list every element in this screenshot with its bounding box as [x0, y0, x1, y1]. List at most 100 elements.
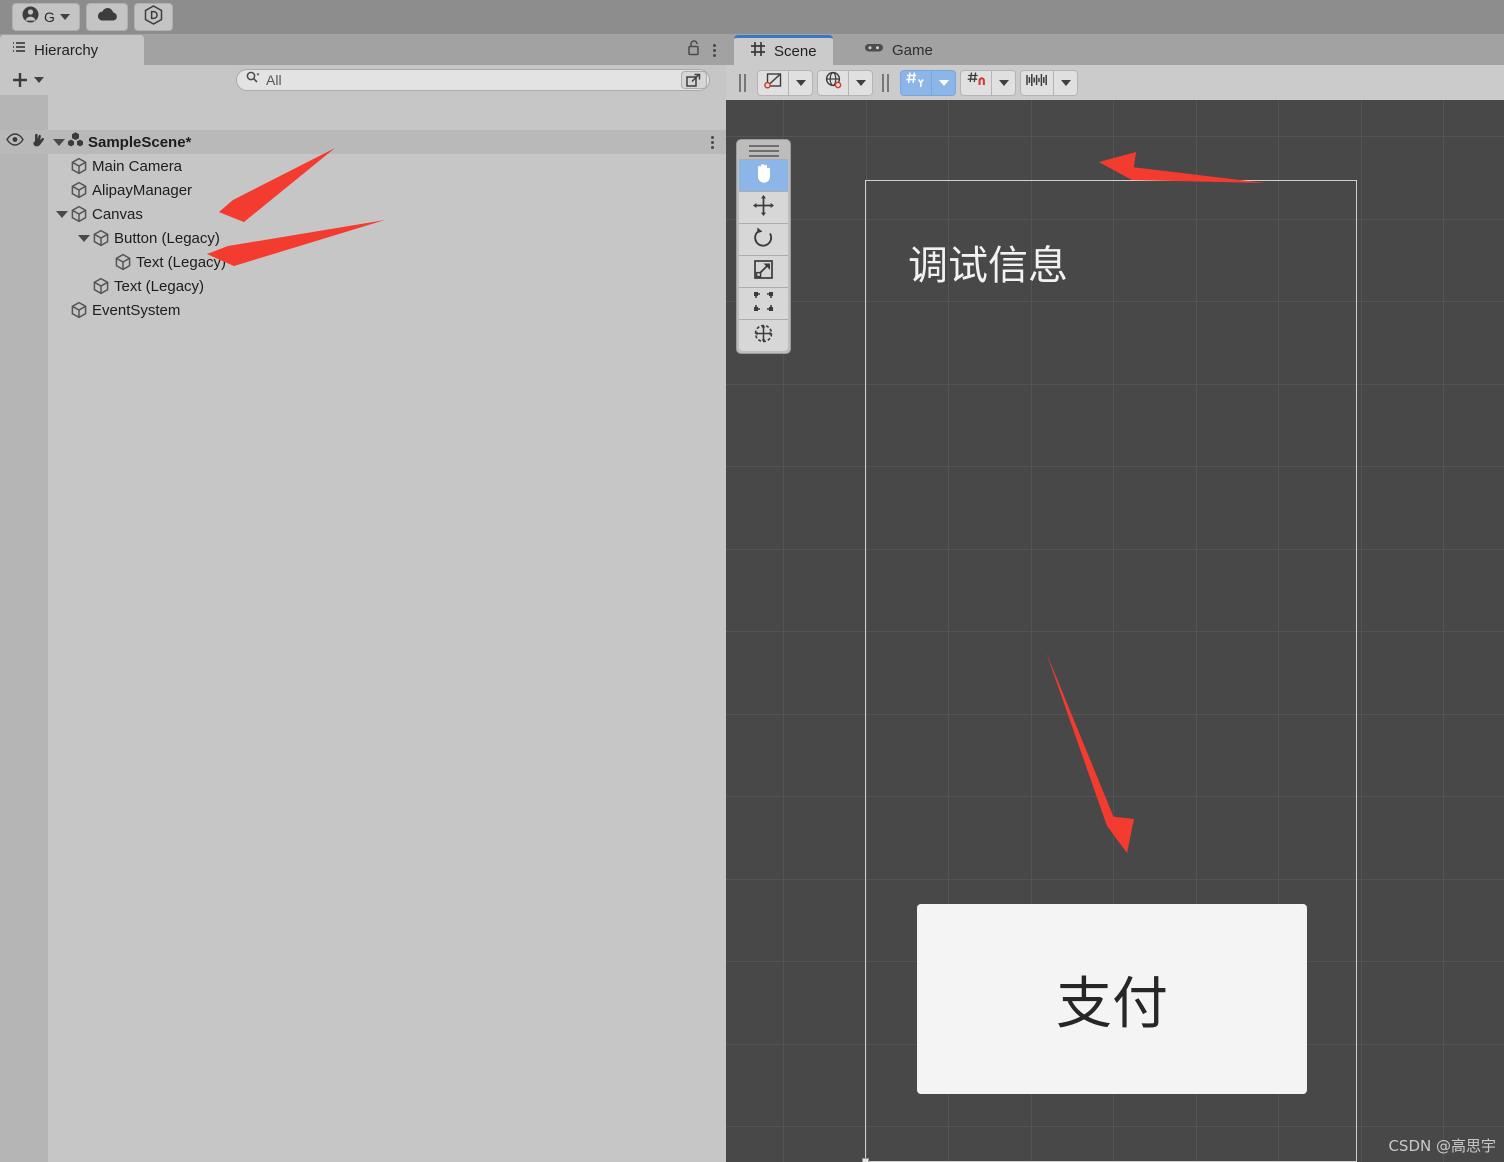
search-expand-icon[interactable]: [681, 71, 707, 89]
tool-palette-grip[interactable]: [748, 145, 779, 157]
pay-button-object[interactable]: 支付: [917, 904, 1307, 1094]
unity-editor-window: G Hierarchy All SampleScene* Main Camera…: [0, 0, 1504, 1162]
draw-mode-button[interactable]: [757, 69, 789, 96]
hierarchy-item-label: Canvas: [92, 205, 143, 223]
combined-transform-icon: [752, 322, 775, 350]
hierarchy-item-label: Main Camera: [92, 157, 183, 175]
grid-line-horizontal: [726, 631, 1504, 632]
unity-hex-d-icon: [144, 4, 163, 30]
hierarchy-item-text-legacy[interactable]: Text (Legacy): [0, 274, 726, 298]
scene-fx-dropdown[interactable]: [849, 69, 873, 96]
rect-transform-icon: [752, 290, 775, 318]
gameobject-cube-icon: [92, 229, 110, 247]
snap-increment-group: [960, 69, 1016, 96]
tab-scene[interactable]: Scene: [734, 35, 833, 65]
chevron-down-icon[interactable]: [56, 210, 68, 218]
move-arrows-icon: [752, 194, 775, 222]
caret-down-icon: [998, 79, 1009, 86]
gameobject-cube-icon: [70, 205, 88, 223]
pay-button-label: 支付: [1056, 971, 1168, 1037]
rotate-icon: [752, 226, 775, 254]
caret-down-icon: [1060, 79, 1071, 86]
canvas-corner-handle[interactable]: [862, 1158, 869, 1162]
scene-tool-palette: [736, 139, 791, 354]
gameobject-cube-icon: [70, 301, 88, 319]
component-tools-dropdown[interactable]: [1054, 69, 1078, 96]
globe-audio-icon: [824, 71, 843, 94]
rotate-tool[interactable]: [739, 223, 788, 255]
kebab-menu-icon[interactable]: [713, 43, 716, 57]
hierarchy-item-label: AlipayManager: [92, 181, 193, 199]
grid-line-horizontal: [726, 136, 1504, 137]
snap-increment-button[interactable]: [960, 69, 992, 96]
grid-magnet-icon: [967, 71, 986, 94]
grid-line-horizontal: [726, 879, 1504, 880]
grid-line-horizontal: [726, 301, 1504, 302]
gameobject-cube-icon: [70, 157, 88, 175]
tab-scene-label: Scene: [774, 43, 817, 60]
grid-axis-dropdown[interactable]: [932, 69, 956, 96]
hierarchy-item-label: EventSystem: [92, 301, 181, 319]
rect-tool[interactable]: [739, 287, 788, 319]
toolbar-grip[interactable]: [739, 73, 748, 92]
toolbar-grip-2[interactable]: [882, 73, 891, 92]
tab-game[interactable]: Game: [848, 35, 949, 65]
scene-grid-icon: [750, 41, 766, 62]
scene-lighting-button[interactable]: [817, 69, 849, 96]
scale-tool[interactable]: [739, 255, 788, 287]
component-tools-button[interactable]: [1020, 69, 1054, 96]
draw-mode-dropdown[interactable]: [789, 69, 813, 96]
move-tool[interactable]: [739, 191, 788, 223]
grid-line-horizontal: [726, 466, 1504, 467]
kebab-menu-icon[interactable]: [711, 135, 714, 149]
cloud-icon: [96, 7, 118, 27]
hierarchy-list-icon: [12, 41, 27, 60]
hierarchy-tab-actions: [687, 39, 716, 61]
hierarchy-scene-row[interactable]: SampleScene*: [0, 130, 726, 154]
hierarchy-item-button-legacy[interactable]: Button (Legacy): [0, 226, 726, 250]
snap-increment-dropdown[interactable]: [992, 69, 1016, 96]
grid-line-horizontal: [726, 1126, 1504, 1127]
hand-pointer-icon[interactable]: [30, 132, 47, 153]
caret-down-icon: [795, 79, 806, 86]
grid-axis-button[interactable]: [900, 69, 932, 96]
hierarchy-tabbar: Hierarchy: [0, 34, 726, 65]
top-toolbar: G: [0, 0, 1504, 34]
hierarchy-item-label: Button (Legacy): [114, 229, 220, 247]
debug-text-object: 调试信息: [908, 243, 1068, 289]
hierarchy-item-alipaymanager[interactable]: AlipayManager: [0, 178, 726, 202]
scene-view[interactable]: 调试信息 支付 CSDN @高思宇: [726, 100, 1504, 1162]
transform-tool[interactable]: [739, 319, 788, 351]
scale-icon: [752, 258, 775, 286]
eye-icon[interactable]: [6, 133, 24, 151]
grid-line-horizontal: [726, 549, 1504, 550]
hierarchy-search-row: All: [0, 65, 726, 95]
hand-tool[interactable]: [739, 159, 788, 191]
grid-axis-group: [900, 69, 956, 96]
account-label: G: [44, 9, 55, 25]
chevron-down-icon[interactable]: [53, 138, 65, 146]
grid-line-horizontal: [726, 384, 1504, 385]
hierarchy-item-eventsystem[interactable]: EventSystem: [0, 298, 726, 322]
search-input[interactable]: All: [236, 69, 710, 91]
hierarchy-item-canvas[interactable]: Canvas: [0, 202, 726, 226]
lock-open-icon[interactable]: [687, 39, 701, 61]
chevron-down-icon[interactable]: [78, 234, 90, 242]
grid-line-horizontal: [726, 714, 1504, 715]
account-button[interactable]: G: [12, 3, 80, 31]
gameobject-cube-icon: [114, 253, 132, 271]
tab-hierarchy[interactable]: Hierarchy: [0, 35, 144, 65]
services-button[interactable]: [133, 3, 173, 31]
grid-y-axis-icon: [906, 71, 926, 94]
hierarchy-item-main-camera[interactable]: Main Camera: [0, 154, 726, 178]
add-gameobject-button[interactable]: [10, 70, 44, 90]
search-input-value: All: [266, 72, 282, 88]
tab-hierarchy-label: Hierarchy: [34, 41, 99, 59]
gameobject-cube-icon: [70, 181, 88, 199]
cloud-button[interactable]: [85, 3, 128, 31]
search-icon: [246, 71, 260, 89]
hierarchy-item-text-legacy[interactable]: Text (Legacy): [0, 250, 726, 274]
